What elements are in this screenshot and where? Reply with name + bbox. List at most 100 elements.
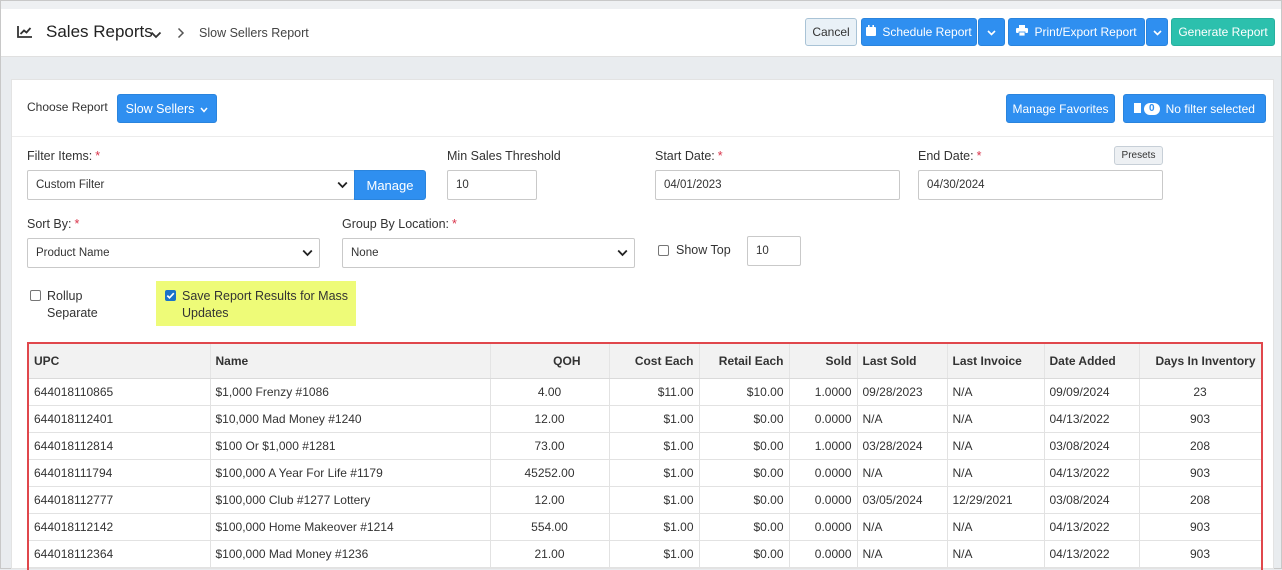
page-title[interactable]: Sales Reports — [46, 22, 153, 42]
sold-cell: 0.0000 — [789, 459, 858, 487]
sort-by-label: Sort By: * — [27, 217, 80, 231]
date-added-cell: 03/08/2024 — [1044, 432, 1140, 460]
column-header-retail-each[interactable]: Retail Each — [699, 344, 790, 379]
sold-cell: 1.0000 — [789, 432, 858, 460]
rollup-separate-checkbox[interactable] — [30, 290, 41, 301]
qoh-cell: 12.00 — [490, 486, 610, 514]
upc-cell: 644018112777 — [29, 486, 211, 514]
chevron-right-icon — [177, 27, 185, 42]
qoh-cell: 45252.00 — [490, 459, 610, 487]
cost-each-cell: $11.00 — [609, 378, 700, 406]
days-in-inventory-cell: 903 — [1139, 459, 1261, 487]
filter-icon — [1134, 102, 1142, 116]
group-by-value: None — [351, 247, 379, 259]
last-sold-cell: 09/28/2023 — [857, 378, 948, 406]
chevron-down-icon — [337, 180, 348, 192]
chevron-down-icon — [1152, 25, 1162, 39]
table-row[interactable]: 644018112401 $10,000 Mad Money #1240 12.00… — [29, 405, 1261, 433]
sold-cell: 0.0000 — [789, 513, 858, 541]
days-in-inventory-cell: 23 — [1139, 378, 1261, 406]
cost-each-cell: $1.00 — [609, 540, 700, 568]
table-row[interactable]: 644018111794 $100,000 A Year For Life #11… — [29, 459, 1261, 487]
last-sold-cell: N/A — [857, 459, 948, 487]
qoh-cell: 12.00 — [490, 405, 610, 433]
line-chart-icon — [17, 25, 33, 42]
table-row[interactable]: 644018112364 $100,000 Mad Money #1236 21.0… — [29, 540, 1261, 568]
filter-items-value: Custom Filter — [36, 179, 105, 191]
cancel-button[interactable]: Cancel — [805, 18, 857, 46]
column-header-cost-each[interactable]: Cost Each — [609, 344, 700, 379]
show-top-checkbox[interactable] — [658, 245, 669, 256]
qoh-cell: 4.00 — [490, 378, 610, 406]
manage-favorites-button[interactable]: Manage Favorites — [1006, 94, 1115, 123]
name-cell: $100 Or $1,000 #1281 — [210, 432, 491, 460]
min-sales-input[interactable]: 10 — [447, 170, 537, 200]
cost-each-cell: $1.00 — [609, 513, 700, 541]
last-sold-cell: 03/05/2024 — [857, 486, 948, 514]
sort-by-select[interactable]: Product Name — [27, 238, 320, 268]
cost-each-cell: $1.00 — [609, 486, 700, 514]
print-dropdown-toggle[interactable] — [1146, 18, 1168, 46]
sold-cell: 1.0000 — [789, 378, 858, 406]
column-header-date-added[interactable]: Date Added — [1044, 344, 1140, 379]
upc-cell: 644018110865 — [29, 378, 211, 406]
column-header-last-sold[interactable]: Last Sold — [857, 344, 948, 379]
table-row[interactable]: 644018110865 $1,000 Frenzy #1086 4.00 $11.0… — [29, 378, 1261, 406]
column-header-days-in-inventory[interactable]: Days In Inventory — [1139, 344, 1261, 379]
date-added-cell: 04/13/2022 — [1044, 540, 1140, 568]
cost-each-cell: $1.00 — [609, 432, 700, 460]
report-select-button[interactable]: Slow Sellers — [117, 94, 217, 123]
print-export-button[interactable]: Print/Export Report — [1008, 18, 1145, 46]
column-header-sold[interactable]: Sold — [789, 344, 858, 379]
save-results-checkbox[interactable] — [165, 290, 176, 301]
schedule-dropdown-toggle[interactable] — [978, 18, 1005, 46]
last-invoice-cell: N/A — [947, 513, 1045, 541]
start-date-input[interactable]: 04/01/2023 — [655, 170, 900, 200]
schedule-report-button[interactable]: Schedule Report — [861, 18, 977, 46]
choose-report-label: Choose Report — [27, 100, 108, 114]
cost-each-cell: $1.00 — [609, 459, 700, 487]
filter-items-label: Filter Items: * — [27, 149, 101, 163]
check-icon — [166, 292, 175, 300]
show-top-input[interactable]: 10 — [747, 236, 801, 266]
qoh-cell: 554.00 — [490, 513, 610, 541]
rollup-separate-label: Rollup Separate — [47, 289, 98, 320]
last-invoice-cell: 12/29/2021 — [947, 486, 1045, 514]
column-header-qoh[interactable]: QOH — [490, 344, 610, 379]
printer-icon — [1016, 25, 1029, 39]
column-header-upc[interactable]: UPC — [29, 344, 211, 379]
date-added-cell: 04/13/2022 — [1044, 405, 1140, 433]
upc-cell: 644018111794 — [29, 459, 211, 487]
table-row[interactable]: 644018112814 $100 Or $1,000 #1281 73.00 $1.… — [29, 432, 1261, 460]
table-row[interactable]: 644018112142 $100,000 Home Makeover #1214… — [29, 513, 1261, 541]
filter-items-select[interactable]: Custom Filter — [27, 170, 355, 200]
sold-cell: 0.0000 — [789, 486, 858, 514]
page-header: Sales Reports Slow Sellers Report Cancel… — [1, 9, 1281, 57]
last-invoice-cell: N/A — [947, 378, 1045, 406]
last-invoice-cell: N/A — [947, 405, 1045, 433]
presets-button[interactable]: Presets — [1114, 146, 1163, 165]
last-sold-cell: N/A — [857, 513, 948, 541]
breadcrumb: Slow Sellers Report — [199, 26, 309, 40]
schedule-report-label: Schedule Report — [882, 25, 972, 39]
group-by-select[interactable]: None — [342, 238, 635, 268]
date-added-cell: 04/13/2022 — [1044, 513, 1140, 541]
chevron-down-icon — [987, 25, 996, 39]
qoh-cell: 21.00 — [490, 540, 610, 568]
filter-status-button[interactable]: 0 No filter selected — [1123, 94, 1266, 123]
last-invoice-cell: N/A — [947, 459, 1045, 487]
table-row[interactable]: 644018112777 $100,000 Club #1277 Lottery 1… — [29, 486, 1261, 514]
manage-filter-button[interactable]: Manage — [354, 170, 426, 200]
generate-report-button[interactable]: Generate Report — [1171, 18, 1275, 46]
calendar-icon — [866, 25, 877, 39]
name-cell: $10,000 Mad Money #1240 — [210, 405, 491, 433]
days-in-inventory-cell: 208 — [1139, 486, 1261, 514]
print-export-label: Print/Export Report — [1034, 25, 1137, 39]
upc-cell: 644018112364 — [29, 540, 211, 568]
chevron-down-icon[interactable] — [150, 28, 162, 42]
date-added-cell: 04/13/2022 — [1044, 459, 1140, 487]
column-header-name[interactable]: Name — [210, 344, 491, 379]
column-header-last-invoice[interactable]: Last Invoice — [947, 344, 1045, 379]
end-date-input[interactable]: 04/30/2024 — [918, 170, 1163, 200]
date-added-cell: 09/09/2024 — [1044, 378, 1140, 406]
